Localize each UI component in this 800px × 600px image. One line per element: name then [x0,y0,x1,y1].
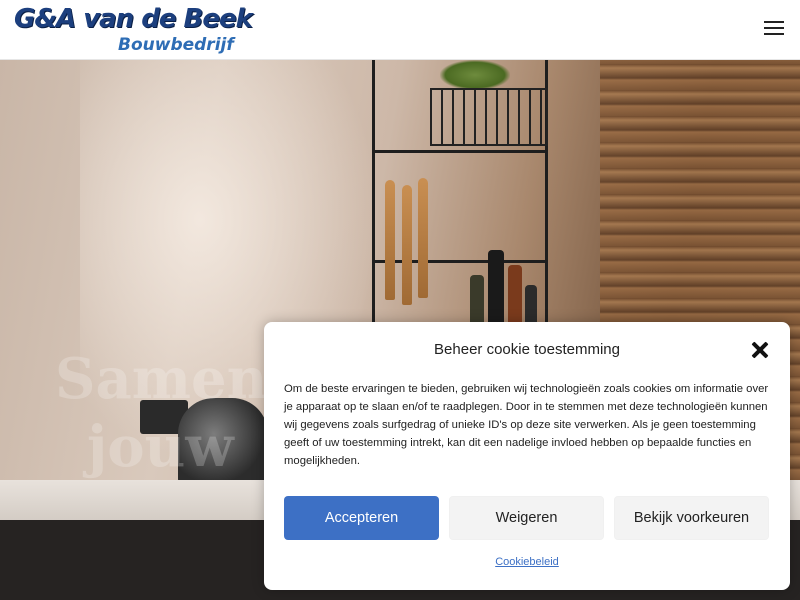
logo-sub-text: Bouwbedrijf [118,35,234,55]
hero-title-line1: Samen [55,346,268,412]
site-header: G&A van de Beek Bouwbedrijf [0,0,800,60]
hero-title: Samen jouw [55,345,267,481]
hero-title-line2: jouw [87,414,234,480]
wooden-spoon [418,178,428,298]
cookie-dialog-title: Beheer cookie toestemming [434,341,620,358]
hamburger-menu-icon[interactable] [760,18,788,42]
wooden-spoon [402,185,412,305]
view-preferences-button[interactable]: Bekijk voorkeuren [614,496,769,540]
cookie-consent-dialog: Beheer cookie toestemming Om de beste er… [264,322,790,590]
accept-button[interactable]: Accepteren [284,496,439,540]
site-logo[interactable]: G&A van de Beek Bouwbedrijf [14,4,253,55]
logo-main-text: G&A van de Beek [14,4,253,34]
cookie-dialog-text: Om de beste ervaringen te bieden, gebrui… [284,383,769,467]
cookie-policy-link[interactable]: Cookiebeleid [264,556,790,568]
wooden-spoon [385,180,395,300]
wire-basket [430,88,548,146]
close-icon[interactable] [748,338,772,362]
deny-button[interactable]: Weigeren [449,496,604,540]
